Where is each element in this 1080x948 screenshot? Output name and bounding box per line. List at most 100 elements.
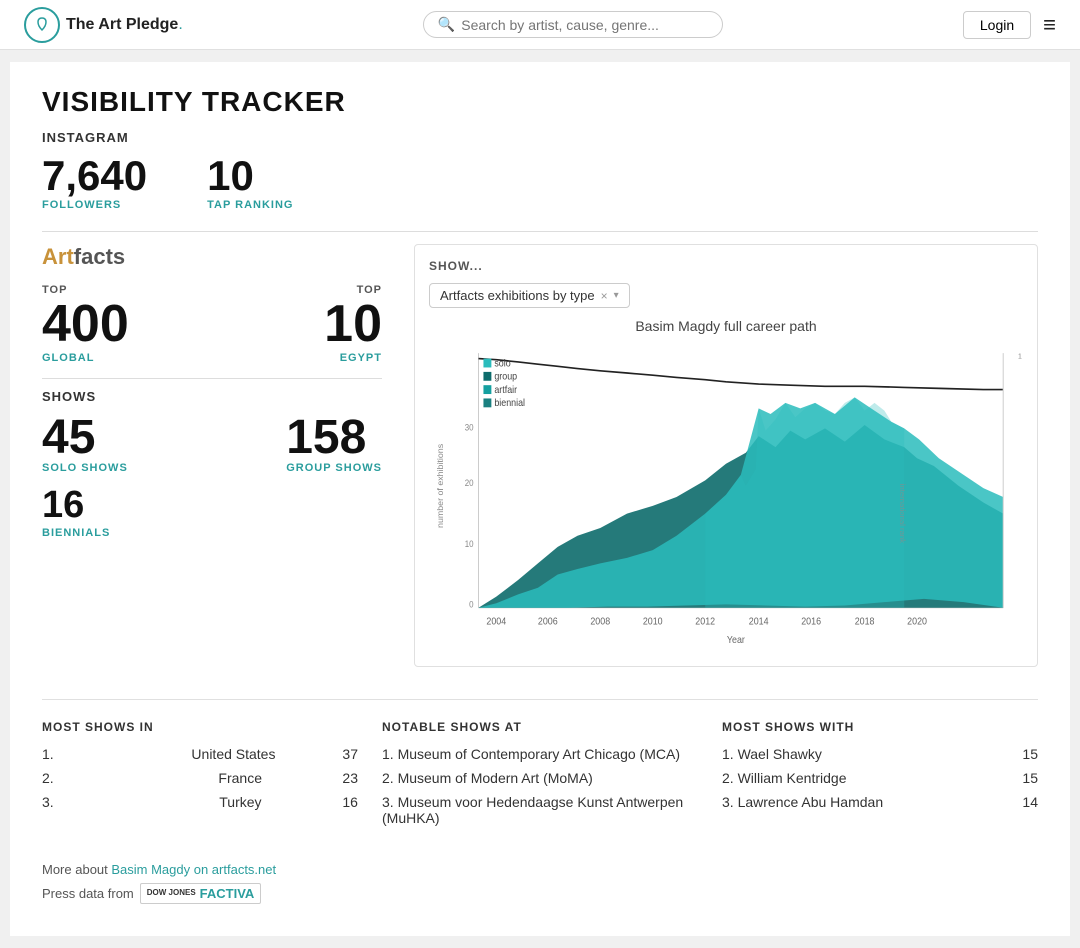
instagram-row: 7,640 FOLLOWERS 10 TAP RANKING bbox=[42, 155, 1038, 211]
legend-solo-swatch bbox=[483, 359, 491, 368]
item-name: 3. Museum voor Hedendaagse Kunst Antwerp… bbox=[382, 794, 698, 826]
svg-text:1: 1 bbox=[1018, 351, 1022, 360]
item-name: 2. William Kentridge bbox=[722, 770, 847, 786]
svg-text:0: 0 bbox=[469, 599, 474, 610]
chart-title: Basim Magdy full career path bbox=[429, 318, 1023, 334]
area-chart: number of exhibitions 2004 2006 2008 201… bbox=[429, 342, 1023, 652]
logo-text: The Art Pledge bbox=[66, 16, 178, 34]
item-count: 15 bbox=[1022, 746, 1038, 762]
item-count: 15 bbox=[1022, 770, 1038, 786]
search-icon: 🔍 bbox=[438, 16, 455, 33]
solo-shows-label: SOLO SHOWS bbox=[42, 462, 128, 474]
most-shows-in-title: MOST SHOWS IN bbox=[42, 720, 358, 734]
rank-egypt-label: EGYPT bbox=[340, 352, 382, 364]
search-bar[interactable]: 🔍 bbox=[423, 11, 723, 38]
artfacts-panel: Artfacts TOP TOP 400 10 GLOBAL EGYPT SHO… bbox=[42, 244, 382, 539]
show-label: SHOW... bbox=[429, 259, 483, 273]
rank-label-row: GLOBAL EGYPT bbox=[42, 352, 382, 364]
rank-global-label: GLOBAL bbox=[42, 352, 94, 364]
legend-biennial-swatch bbox=[483, 398, 491, 407]
artfacts-facts: facts bbox=[74, 244, 125, 269]
item-count: 37 bbox=[342, 746, 358, 762]
item-rank: 1. bbox=[42, 746, 54, 762]
group-shows-value: 158 bbox=[286, 414, 382, 462]
svg-text:Year: Year bbox=[727, 635, 745, 647]
list-item: 3. Lawrence Abu Hamdan 14 bbox=[722, 794, 1038, 810]
artfacts-link[interactable]: Basim Magdy on artfacts.net bbox=[111, 862, 276, 877]
biennials-block: 16 BIENNIALS bbox=[42, 484, 382, 539]
main-content: VISIBILITY TRACKER INSTAGRAM 7,640 FOLLO… bbox=[10, 62, 1070, 936]
list-item: 3. Museum voor Hedendaagse Kunst Antwerp… bbox=[382, 794, 698, 826]
more-about-line: More about Basim Magdy on artfacts.net bbox=[42, 862, 1038, 877]
login-button[interactable]: Login bbox=[963, 11, 1031, 39]
item-name: France bbox=[218, 770, 262, 786]
dropdown-arrow-icon[interactable]: ▾ bbox=[614, 290, 619, 301]
item-name: Turkey bbox=[219, 794, 261, 810]
tap-ranking-value: 10 bbox=[207, 155, 293, 197]
press-data-label: Press data from bbox=[42, 886, 134, 901]
chart-panel: SHOW... Artfacts exhibitions by type × ▾… bbox=[414, 244, 1038, 667]
legend-group-swatch bbox=[483, 372, 491, 381]
shows-header: SHOWS bbox=[42, 378, 382, 404]
instagram-section-label: INSTAGRAM bbox=[42, 130, 1038, 145]
list-item: 3. Turkey 16 bbox=[42, 794, 358, 810]
dropdown-row: Artfacts exhibitions by type × ▾ bbox=[429, 283, 1023, 308]
artfacts-art: Art bbox=[42, 244, 74, 269]
svg-text:2018: 2018 bbox=[855, 616, 875, 628]
most-shows-in-col: MOST SHOWS IN 1. United States 37 2. Fra… bbox=[42, 720, 382, 834]
tap-ranking-block: 10 TAP RANKING bbox=[207, 155, 293, 211]
item-name: 1. Wael Shawky bbox=[722, 746, 822, 762]
show-dropdown-row: SHOW... bbox=[429, 259, 1023, 273]
footer: More about Basim Magdy on artfacts.net P… bbox=[42, 862, 1038, 904]
tap-ranking-label: TAP RANKING bbox=[207, 199, 293, 211]
press-row: Press data from DOW JONES FACTIVA bbox=[42, 883, 1038, 904]
item-rank: 3. bbox=[42, 794, 54, 810]
svg-text:2020: 2020 bbox=[907, 616, 927, 628]
notable-shows-col: NOTABLE SHOWS AT 1. Museum of Contempora… bbox=[382, 720, 722, 834]
logo: The Art Pledge. bbox=[24, 7, 183, 43]
item-count: 16 bbox=[342, 794, 358, 810]
svg-text:10: 10 bbox=[465, 538, 474, 549]
dow-jones-logo: DOW JONES bbox=[147, 889, 196, 898]
item-name: United States bbox=[191, 746, 275, 762]
item-name: 1. Museum of Contemporary Art Chicago (M… bbox=[382, 746, 680, 762]
svg-text:30: 30 bbox=[465, 422, 474, 433]
search-input[interactable] bbox=[461, 17, 708, 33]
svg-text:number of exhibitions: number of exhibitions bbox=[435, 444, 444, 528]
highlight-area bbox=[705, 397, 904, 607]
followers-value: 7,640 bbox=[42, 155, 147, 197]
list-item: 2. France 23 bbox=[42, 770, 358, 786]
svg-text:2004: 2004 bbox=[486, 616, 506, 628]
legend-biennial-label: biennial bbox=[494, 398, 525, 410]
list-item: 1. Museum of Contemporary Art Chicago (M… bbox=[382, 746, 698, 762]
exhibition-type-dropdown[interactable]: Artfacts exhibitions by type × ▾ bbox=[429, 283, 630, 308]
rank-global-value: 400 bbox=[42, 298, 129, 350]
dropdown-clear-icon[interactable]: × bbox=[601, 289, 608, 303]
group-shows-block: 158 GROUP SHOWS bbox=[286, 414, 382, 474]
logo-circle bbox=[24, 7, 60, 43]
page-title: VISIBILITY TRACKER bbox=[42, 86, 1038, 118]
list-item: 1. Wael Shawky 15 bbox=[722, 746, 1038, 762]
item-rank: 2. bbox=[42, 770, 54, 786]
notable-shows-title: NOTABLE SHOWS AT bbox=[382, 720, 698, 734]
legend-artfair-label: artfair bbox=[494, 384, 517, 396]
followers-block: 7,640 FOLLOWERS bbox=[42, 155, 147, 211]
most-shows-with-title: MOST SHOWS WITH bbox=[722, 720, 1038, 734]
more-about-prefix: More about bbox=[42, 862, 111, 877]
rank-row: 400 10 bbox=[42, 298, 382, 350]
factiva-logo: DOW JONES FACTIVA bbox=[140, 883, 262, 904]
item-name: 3. Lawrence Abu Hamdan bbox=[722, 794, 883, 810]
dow-jones-text: DOW JONES bbox=[147, 889, 196, 898]
hamburger-menu-icon[interactable]: ≡ bbox=[1043, 12, 1056, 38]
header-right: Login ≡ bbox=[963, 11, 1056, 39]
svg-text:20: 20 bbox=[465, 477, 474, 488]
header: The Art Pledge. 🔍 Login ≡ bbox=[0, 0, 1080, 50]
solo-shows-value: 45 bbox=[42, 414, 128, 462]
biennials-value: 16 bbox=[42, 484, 382, 527]
item-name: 2. Museum of Modern Art (MoMA) bbox=[382, 770, 593, 786]
legend-group-label: group bbox=[494, 371, 517, 383]
rank-egypt-value: 10 bbox=[324, 298, 382, 350]
svg-text:2008: 2008 bbox=[590, 616, 610, 628]
dropdown-value: Artfacts exhibitions by type bbox=[440, 288, 595, 303]
artfacts-main: Artfacts TOP TOP 400 10 GLOBAL EGYPT SHO… bbox=[42, 244, 1038, 667]
